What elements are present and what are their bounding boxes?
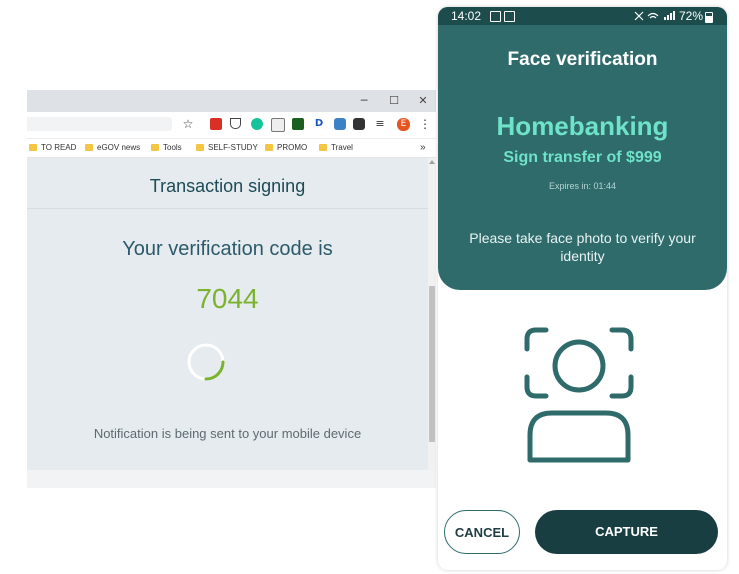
extension-pdf-icon[interactable] <box>210 118 222 130</box>
battery-percentage: 72% <box>678 9 703 23</box>
grammarly-icon[interactable] <box>251 118 263 130</box>
bookmark-label: PROMO <box>277 143 308 152</box>
bookmark-label: TO READ <box>41 143 77 152</box>
page-title: Transaction signing <box>149 176 306 196</box>
screen-title: Face verification <box>507 49 658 70</box>
bookmark-label: Travel <box>331 143 353 152</box>
folder-icon <box>196 144 204 151</box>
bookmark-folder-tools[interactable]: Tools <box>151 142 182 154</box>
folder-icon <box>319 144 327 151</box>
bookmark-folder-self-study[interactable]: SELF-STUDY <box>196 142 258 154</box>
extensions-icon[interactable] <box>353 118 365 130</box>
bookmarks-bar: TO READ eGOV news Tools SELF-STUDY PROMO… <box>27 139 436 158</box>
verification-header: 14:02 72% Face verification Homebanking … <box>438 7 727 290</box>
browser-toolbar: ☆ D ≡ E ⋮ <box>27 112 436 139</box>
transfer-description: Sign transfer of $999 <box>503 149 662 166</box>
bookmarks-overflow-icon[interactable]: » <box>420 142 426 154</box>
instruction-text: Please take face photo to verify your id… <box>469 230 696 264</box>
battery-icon <box>705 12 713 23</box>
scroll-up-arrow-icon[interactable] <box>429 160 435 164</box>
face-scan-icon <box>524 327 634 463</box>
bookmark-star-icon[interactable]: ☆ <box>182 118 194 130</box>
profile-avatar[interactable]: E <box>397 118 410 131</box>
expiry-timer: Expires in: 01:44 <box>548 181 617 191</box>
browser-window: ─ ☐ ✕ ☆ D ≡ E ⋮ TO READ eGOV news Tools … <box>27 90 436 488</box>
browser-menu-icon[interactable]: ⋮ <box>419 118 431 130</box>
window-titlebar: ─ ☐ ✕ <box>27 90 436 112</box>
app-name: Homebanking <box>496 111 669 141</box>
bookmark-folder-promo[interactable]: PROMO <box>265 142 307 154</box>
id-extension-icon[interactable]: D <box>313 118 325 130</box>
screenshot-extension-icon[interactable] <box>271 118 285 132</box>
scrollbar-thumb[interactable] <box>429 286 435 442</box>
folder-icon <box>85 144 93 151</box>
cancel-button[interactable]: CANCEL <box>444 510 520 554</box>
notification-icon <box>490 11 501 22</box>
bookmark-folder-egov-news[interactable]: eGOV news <box>85 142 140 154</box>
bookmark-label: eGOV news <box>97 143 141 152</box>
folder-icon <box>29 144 37 151</box>
notification-status: Notification is being sent to your mobil… <box>93 426 362 441</box>
bookmark-folder-travel[interactable]: Travel <box>319 142 353 154</box>
maximize-button[interactable]: ☐ <box>382 92 406 110</box>
transaction-page: Transaction signing Your verification co… <box>27 158 428 470</box>
signal-wifi-icons <box>634 11 675 21</box>
bookmark-label: SELF-STUDY <box>208 143 258 152</box>
loading-spinner-icon <box>187 343 225 381</box>
minimize-button[interactable]: ─ <box>352 92 376 110</box>
reading-list-icon[interactable]: ≡ <box>374 118 386 130</box>
bookmark-label: Tools <box>163 143 182 152</box>
status-bar: 14:02 72% <box>438 7 727 25</box>
verification-code: 7044 <box>196 283 259 314</box>
phone-screen: 14:02 72% Face verification Homebanking … <box>438 7 727 570</box>
folder-icon <box>265 144 273 151</box>
pocket-icon[interactable] <box>230 118 241 129</box>
capture-button[interactable]: CAPTURE <box>535 510 718 554</box>
verification-code-label: Your verification code is <box>122 238 333 260</box>
divider <box>27 208 428 209</box>
screenshot-icon <box>504 11 515 22</box>
bookmark-folder-to-read[interactable]: TO READ <box>29 142 76 154</box>
folder-icon <box>151 144 159 151</box>
status-time: 14:02 <box>451 9 482 23</box>
address-bar[interactable] <box>27 117 172 131</box>
puzzle-extension-icon[interactable] <box>334 118 346 130</box>
page-scrollbar[interactable] <box>428 158 436 470</box>
close-window-button[interactable]: ✕ <box>411 92 435 110</box>
page-footer <box>27 470 436 488</box>
excel-extension-icon[interactable] <box>292 118 304 130</box>
